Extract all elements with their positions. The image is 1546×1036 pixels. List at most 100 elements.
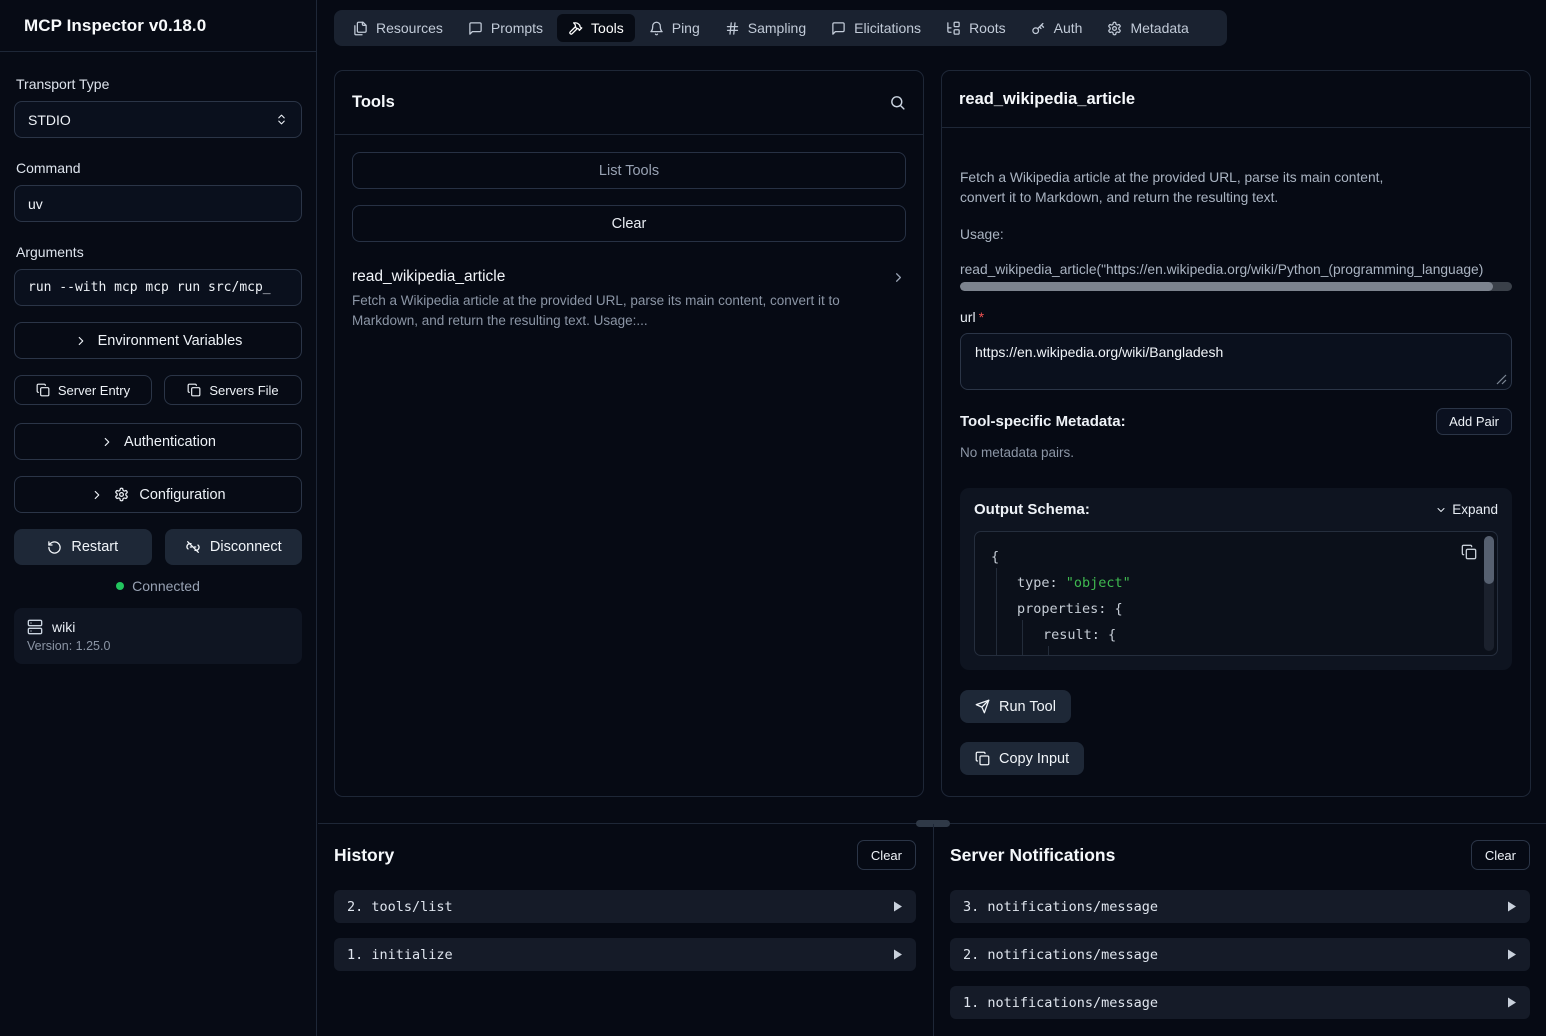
tool-detail-panel: read_wikipedia_article Fetch a Wikipedia… <box>941 70 1531 797</box>
gear-icon <box>114 487 129 502</box>
servers-file-label: Servers File <box>209 383 278 398</box>
nav-tab-tools[interactable]: Tools <box>557 14 635 42</box>
clear-notifications-button[interactable]: Clear <box>1471 840 1530 870</box>
notification-item-label: 2. notifications/message <box>963 947 1158 963</box>
horizontal-scrollbar-thumb[interactable] <box>960 282 1493 291</box>
url-input[interactable]: https://en.wikipedia.org/wiki/Bangladesh <box>960 333 1512 390</box>
nav-tab-elicitations[interactable]: Elicitations <box>820 14 932 42</box>
history-title: History <box>334 845 394 866</box>
nav-tab-label: Metadata <box>1130 20 1188 36</box>
sidebar-header: MCP Inspector v0.18.0 <box>0 0 316 52</box>
nav-tab-roots[interactable]: Roots <box>935 14 1017 42</box>
nav-tab-sampling[interactable]: Sampling <box>714 14 817 42</box>
usage-code: read_wikipedia_article("https://en.wikip… <box>960 262 1512 277</box>
vertical-scrollbar-thumb[interactable] <box>1484 536 1494 584</box>
restart-button[interactable]: Restart <box>14 529 152 565</box>
notification-item-label: 1. notifications/message <box>963 995 1158 1011</box>
notification-item-label: 3. notifications/message <box>963 899 1158 915</box>
connection-status: Connected <box>14 578 302 594</box>
chevron-right-icon <box>891 270 906 285</box>
schema-code-line: properties: { <box>991 596 1481 622</box>
play-expand-icon <box>1507 949 1517 960</box>
expand-schema-button[interactable]: Expand <box>1435 502 1498 517</box>
schema-code-line: title: "Result" <box>991 648 1481 656</box>
transport-type-value: STDIO <box>28 112 71 128</box>
arguments-input[interactable] <box>14 269 302 306</box>
message-square-icon <box>831 21 846 36</box>
files-icon <box>353 21 368 36</box>
history-item[interactable]: 2. tools/list <box>334 890 916 923</box>
history-item-label: 1. initialize <box>347 947 453 963</box>
add-pair-button[interactable]: Add Pair <box>1436 408 1512 435</box>
nav-tab-metadata[interactable]: Metadata <box>1096 14 1199 42</box>
chevrons-up-down-icon <box>275 113 288 126</box>
usage-label: Usage: <box>960 227 1512 242</box>
history-item[interactable]: 1. initialize <box>334 938 916 971</box>
authentication-button[interactable]: Authentication <box>14 423 302 460</box>
nav-tab-auth[interactable]: Auth <box>1020 14 1094 42</box>
copy-schema-icon[interactable] <box>1461 544 1477 560</box>
connection-actions-row: Restart Disconnect <box>14 529 302 565</box>
notification-item[interactable]: 3. notifications/message <box>950 890 1530 923</box>
folder-tree-icon <box>946 21 961 36</box>
notification-item[interactable]: 1. notifications/message <box>950 986 1530 1019</box>
run-tool-button[interactable]: Run Tool <box>960 690 1071 723</box>
top-navbar: Resources PromptsToolsPing Sampling Elicita… <box>334 10 1227 46</box>
server-entry-button[interactable]: Server Entry <box>14 375 152 405</box>
schema-json: {type: "object"properties: {result: {tit… <box>975 532 1497 656</box>
copy-input-button[interactable]: Copy Input <box>960 742 1084 775</box>
server-buttons-row: Server Entry Servers File <box>14 375 302 405</box>
servers-file-button[interactable]: Servers File <box>164 375 302 405</box>
nav-tab-label: Elicitations <box>854 20 921 36</box>
schema-code-line: type: "object" <box>991 570 1481 596</box>
clear-tools-button[interactable]: Clear <box>352 205 906 242</box>
unlink-icon <box>185 539 201 555</box>
arguments-field: Arguments <box>14 244 302 306</box>
app-title: MCP Inspector v0.18.0 <box>24 16 206 36</box>
resize-grip-icon[interactable] <box>1496 374 1507 385</box>
play-expand-icon <box>1507 901 1517 912</box>
transport-type-select[interactable]: STDIO <box>14 101 302 138</box>
message-square-icon <box>468 21 483 36</box>
play-expand-icon <box>893 901 903 912</box>
connection-status-text: Connected <box>132 578 200 594</box>
notification-item[interactable]: 2. notifications/message <box>950 938 1530 971</box>
search-icon[interactable] <box>889 94 906 111</box>
tool-metadata-label: Tool-specific Metadata: <box>960 413 1126 430</box>
tool-detail-body: Fetch a Wikipedia article at the provide… <box>942 128 1530 775</box>
schema-code-line: { <box>991 544 1481 570</box>
copy-icon <box>187 383 201 397</box>
environment-variables-button[interactable]: Environment Variables <box>14 322 302 359</box>
arguments-label: Arguments <box>16 244 302 260</box>
transport-type-field: Transport Type STDIO <box>14 76 302 138</box>
horizontal-scrollbar[interactable] <box>960 282 1512 291</box>
tool-list-item[interactable]: read_wikipedia_article Fetch a Wikipedia… <box>352 268 906 331</box>
gear-icon <box>1107 21 1122 36</box>
server-entry-label: Server Entry <box>58 383 130 398</box>
no-metadata-text: No metadata pairs. <box>960 445 1512 460</box>
server-info-card: wiki Version: 1.25.0 <box>14 608 302 664</box>
server-icon <box>27 619 43 635</box>
key-icon <box>1031 21 1046 36</box>
vertical-divider <box>933 824 934 1036</box>
transport-type-label: Transport Type <box>16 76 302 92</box>
command-input[interactable] <box>14 185 302 222</box>
nav-tab-ping[interactable]: Ping <box>638 14 711 42</box>
server-name: wiki <box>52 619 75 635</box>
nav-tab-prompts[interactable]: Prompts <box>457 14 554 42</box>
nav-tab-label: Roots <box>969 20 1006 36</box>
nav-tab-label: Sampling <box>748 20 806 36</box>
list-tools-button[interactable]: List Tools <box>352 152 906 189</box>
disconnect-button[interactable]: Disconnect <box>165 529 303 565</box>
restart-label: Restart <box>71 539 118 555</box>
copy-input-label: Copy Input <box>999 751 1069 767</box>
tools-panel: Tools List Tools Clear read_wikipedia_ar… <box>334 70 924 797</box>
nav-tab-resources[interactable]: Resources <box>342 14 454 42</box>
clear-history-button[interactable]: Clear <box>857 840 916 870</box>
chevron-right-icon <box>74 334 88 348</box>
nav-tab-label: Resources <box>376 20 443 36</box>
configuration-button[interactable]: Configuration <box>14 476 302 513</box>
indent-guide <box>996 568 997 655</box>
vertical-scrollbar[interactable] <box>1484 536 1494 651</box>
indent-guide <box>1022 620 1023 655</box>
